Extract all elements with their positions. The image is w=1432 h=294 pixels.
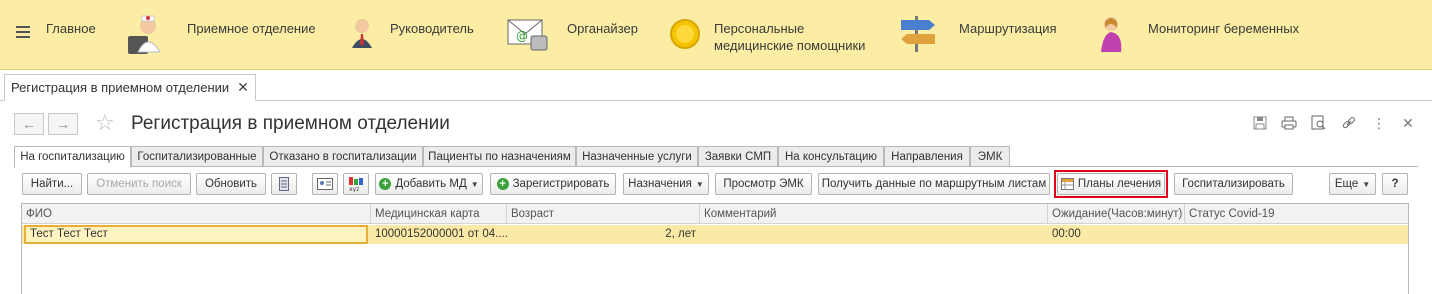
table-row[interactable]: Тест Тест Тест 10000152000001 от 04.... … <box>22 225 1408 244</box>
preview-icon[interactable] <box>1310 114 1328 132</box>
tab-hospitalization[interactable]: На госпитализацию <box>14 146 131 168</box>
signpost-icon <box>901 16 935 52</box>
arrow-right-icon: → <box>56 116 70 132</box>
cancel-search-label: Отменить поиск <box>96 178 182 190</box>
section-assistants[interactable]: Персональные медицинские помощники <box>665 0 875 70</box>
pregnant-woman-icon <box>1101 17 1122 52</box>
tab-hospitalized[interactable]: Госпитализированные <box>131 146 263 167</box>
get-route-data-button[interactable]: Получить данные по маршрутным листам <box>818 173 1050 195</box>
print-icon[interactable] <box>1280 114 1298 132</box>
page-tab-registration[interactable]: Регистрация в приемном отделении ✕ <box>4 74 256 101</box>
add-md-button[interactable]: + Добавить МД ▼ <box>375 173 483 195</box>
section-assistants-label-1: Персональные <box>714 21 805 36</box>
section-main[interactable]: Главное <box>40 0 110 70</box>
sun-coin-icon <box>670 19 700 49</box>
save-icon[interactable] <box>1251 114 1269 132</box>
find-label: Найти... <box>30 178 74 190</box>
hamburger-menu-icon[interactable] <box>16 26 30 40</box>
list-icon <box>279 177 289 191</box>
help-button[interactable]: ? <box>1382 173 1408 195</box>
open-pages-bar: Регистрация в приемном отделении ✕ <box>0 71 1432 101</box>
more-label: Еще <box>1334 178 1359 190</box>
tab-patients-by-assignments[interactable]: Пациенты по назначениям <box>423 146 576 167</box>
chevron-down-icon: ▼ <box>695 179 704 189</box>
get-route-data-label: Получить данные по маршрутным листам <box>821 178 1047 190</box>
plus-circle-icon: + <box>379 178 392 190</box>
close-icon[interactable]: ✕ <box>237 79 249 96</box>
refresh-label: Обновить <box>204 178 258 190</box>
cell-fio[interactable]: Тест Тест Тест <box>24 225 368 244</box>
refresh-button[interactable]: Обновить <box>196 173 266 195</box>
arrow-left-icon: ← <box>22 116 36 132</box>
page-title: Регистрация в приемном отделении <box>131 113 450 134</box>
page-tab-label: Регистрация в приемном отделении <box>11 80 230 95</box>
cell-covid[interactable] <box>1185 225 1408 244</box>
cancel-search-button[interactable]: Отменить поиск <box>87 173 191 195</box>
link-icon[interactable] <box>1340 114 1358 132</box>
help-label: ? <box>1391 178 1399 190</box>
plus-circle-icon: + <box>496 178 509 190</box>
column-header-comment[interactable]: Комментарий <box>700 204 1048 224</box>
xyz-button[interactable]: xyz <box>343 173 369 195</box>
assignments-button[interactable]: Назначения ▼ <box>623 173 709 195</box>
column-header-card[interactable]: Медицинская карта <box>371 204 507 224</box>
find-button[interactable]: Найти... <box>22 173 82 195</box>
view-emk-button[interactable]: Просмотр ЭМК <box>715 173 812 195</box>
tab-consultation[interactable]: На консультацию <box>778 146 884 167</box>
hospitalize-label: Госпитализировать <box>1182 178 1285 190</box>
patients-table: ФИО Медицинская карта Возраст Комментари… <box>21 203 1409 294</box>
column-header-waiting[interactable]: Ожидание(Часов:минут) <box>1048 204 1185 224</box>
tab-emk[interactable]: ЭМК <box>970 146 1010 167</box>
hospitalize-button[interactable]: Госпитализировать <box>1174 173 1293 195</box>
close-form-icon[interactable]: ✕ <box>1399 114 1417 132</box>
back-button[interactable]: ← <box>14 113 44 135</box>
register-label: Зарегистрировать <box>512 178 610 190</box>
section-main-label: Главное <box>46 21 96 36</box>
section-pregnancy-label: Мониторинг беременных <box>1148 21 1300 36</box>
manager-icon <box>352 19 372 48</box>
svg-text:@: @ <box>516 29 528 43</box>
section-manager-label: Руководитель <box>390 21 474 36</box>
register-button[interactable]: + Зарегистрировать <box>490 173 616 195</box>
tab-assigned-services[interactable]: Назначенные услуги <box>576 146 698 167</box>
section-manager[interactable]: Руководитель <box>340 0 490 70</box>
column-header-fio[interactable]: ФИО <box>22 204 371 224</box>
xyz-icon: xyz <box>349 177 363 192</box>
cell-age[interactable]: 2, лет <box>507 225 700 244</box>
cell-comment[interactable] <box>700 225 1048 244</box>
doctor-icon <box>128 15 161 54</box>
column-header-covid[interactable]: Статус Covid-19 <box>1185 204 1408 224</box>
cell-waiting[interactable]: 00:00 <box>1048 225 1185 244</box>
section-routing[interactable]: Маршрутизация <box>895 0 1075 70</box>
section-reception-label: Приемное отделение <box>187 21 316 36</box>
assignments-label: Назначения <box>628 178 692 190</box>
favorite-star-icon[interactable]: ☆ <box>95 112 115 134</box>
tab-referrals[interactable]: Направления <box>884 146 970 167</box>
section-organizer-label: Органайзер <box>567 21 638 36</box>
id-card-icon <box>317 178 333 190</box>
column-header-age[interactable]: Возраст <box>507 204 700 224</box>
view-emk-label: Просмотр ЭМК <box>723 178 804 190</box>
table-header: ФИО Медицинская карта Возраст Комментари… <box>22 204 1408 224</box>
svg-text:xyz: xyz <box>349 186 359 192</box>
add-md-label: Добавить МД <box>395 178 467 190</box>
cell-card[interactable]: 10000152000001 от 04.... <box>371 225 507 244</box>
mail-phone-icon: @ <box>507 19 548 51</box>
forward-button[interactable]: → <box>48 113 78 135</box>
highlight-frame <box>1054 170 1168 198</box>
section-organizer[interactable]: @ Органайзер <box>505 0 655 70</box>
section-assistants-label-2: медицинские помощники <box>714 38 866 53</box>
tab-smp-requests[interactable]: Заявки СМП <box>698 146 778 167</box>
list-settings-button[interactable] <box>271 173 297 195</box>
section-reception[interactable]: Приемное отделение <box>124 0 324 70</box>
tab-refused[interactable]: Отказано в госпитализации <box>263 146 423 167</box>
section-panel: Главное Приемное отделение Руководитель … <box>0 0 1432 70</box>
section-routing-label: Маршрутизация <box>959 21 1057 36</box>
chevron-down-icon: ▼ <box>470 179 479 189</box>
more-vertical-icon[interactable]: ⋮ <box>1370 114 1388 132</box>
more-button[interactable]: Еще ▼ <box>1329 173 1376 195</box>
chevron-down-icon: ▼ <box>1362 179 1371 189</box>
card-button[interactable] <box>312 173 338 195</box>
section-pregnancy[interactable]: Мониторинг беременных <box>1095 0 1315 70</box>
